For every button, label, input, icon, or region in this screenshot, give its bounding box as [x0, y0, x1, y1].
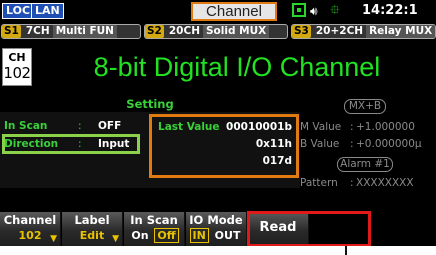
usb-icon: ⯐ [330, 3, 340, 18]
colon: : [78, 120, 82, 132]
slot-1-card: S1 7CH Multi FUN [1, 24, 141, 39]
in-scan-option-on: On [131, 229, 149, 242]
in-scan-softkey[interactable]: In Scan On Off [124, 212, 185, 246]
slot-channels: 7CH [25, 25, 50, 37]
b-value: +0.000000µ [356, 138, 422, 150]
channel-softkey-title: Channel [3, 213, 57, 227]
screen-title: Channel [191, 2, 277, 21]
direction-label: Direction [4, 138, 59, 150]
chevron-down-icon: ▼ [112, 234, 119, 244]
in-scan-label: In Scan [4, 120, 48, 132]
slot-type: Multi FUN [52, 25, 117, 38]
colon: : [350, 121, 354, 133]
in-scan-softkey-title: In Scan [130, 213, 178, 227]
slot-type: Relay MUX [366, 25, 435, 38]
lan-indicator: LAN [31, 3, 64, 19]
callout-pointer [345, 246, 347, 255]
channel-badge: CH 102 [2, 48, 32, 86]
instrument-screen: LOC LAN Channel 🔊︎ ⯐ 14:22:1 S1 7CH Multi … [0, 0, 436, 246]
loc-indicator: LOC [2, 3, 35, 19]
setting-panel: In Scan : OFF Direction : Input Last Val… [0, 112, 300, 188]
io-mode-softkey[interactable]: IO Mode IN OUT [186, 212, 247, 246]
in-scan-softkey-options: On Off [124, 228, 184, 243]
read-highlight-box [247, 211, 371, 246]
last-value-box: Last Value : 00010001b 0x11h 017d [149, 114, 299, 178]
pattern-label: Pattern [300, 177, 338, 189]
colon: : [78, 138, 82, 150]
pattern-value: XXXXXXXX [356, 177, 414, 189]
mxb-badge: MX+B [344, 99, 386, 114]
label-softkey-title: Label [74, 213, 110, 227]
m-value: +1.000000 [356, 121, 415, 133]
last-value-hex: 0x11h [255, 138, 292, 150]
last-value-binary: 00010001b [226, 121, 292, 133]
b-value-label: B Value [300, 138, 340, 150]
alarm-badge: Alarm #1 [337, 157, 393, 172]
slot-tag: S1 [2, 25, 21, 38]
colon: : [350, 177, 354, 189]
io-mode-option-out: OUT [214, 229, 241, 242]
direction-row: Direction : Input [2, 136, 142, 152]
io-mode-softkey-options: IN OUT [186, 228, 246, 243]
last-value-decimal: 017d [262, 155, 292, 167]
slot-row: S1 7CH Multi FUN S2 20CH Solid MUX S3 20+2CH R… [0, 24, 436, 40]
slot-3-card: S3 20+2CH Relay MUX [291, 24, 436, 39]
channel-badge-number: 102 [3, 64, 31, 82]
colon: : [350, 138, 354, 150]
in-scan-row: In Scan : OFF [2, 118, 142, 134]
channel-badge-label: CH [8, 51, 26, 64]
slot-channels: 20CH [168, 25, 200, 37]
channel-title: 8-bit Digital I/O Channel [93, 52, 381, 82]
slot-channels: 20+2CH [315, 25, 364, 37]
in-scan-value: OFF [98, 120, 122, 132]
status-bar: LOC LAN Channel 🔊︎ ⯐ 14:22:1 [0, 0, 436, 22]
last-value-label: Last Value [158, 121, 220, 133]
status-square-icon [292, 3, 306, 17]
slot-tag: S2 [145, 25, 164, 38]
channel-banner: CH 102 8-bit Digital I/O Channel [0, 44, 436, 94]
setting-header: Setting [126, 97, 174, 111]
clock: 14:22:1 [362, 3, 418, 18]
channel-softkey[interactable]: Channel 102 ▼ [0, 212, 61, 246]
slot-tag: S3 [292, 25, 311, 38]
math-alarm-panel: MX+B M Value : +1.000000 B Value : +0.00… [300, 97, 436, 189]
label-softkey[interactable]: Label Edit ▼ [62, 212, 123, 246]
slot-2-card: S2 20CH Solid MUX [144, 24, 288, 39]
in-scan-option-off: Off [154, 228, 179, 243]
slot-type: Solid MUX [202, 25, 270, 38]
io-mode-option-in: IN [189, 228, 209, 243]
chevron-down-icon: ▼ [50, 234, 57, 244]
speaker-icon: 🔊︎ [310, 4, 318, 18]
direction-value: Input [98, 138, 130, 150]
m-value-label: M Value [300, 121, 342, 133]
io-mode-softkey-title: IO Mode [189, 213, 243, 227]
